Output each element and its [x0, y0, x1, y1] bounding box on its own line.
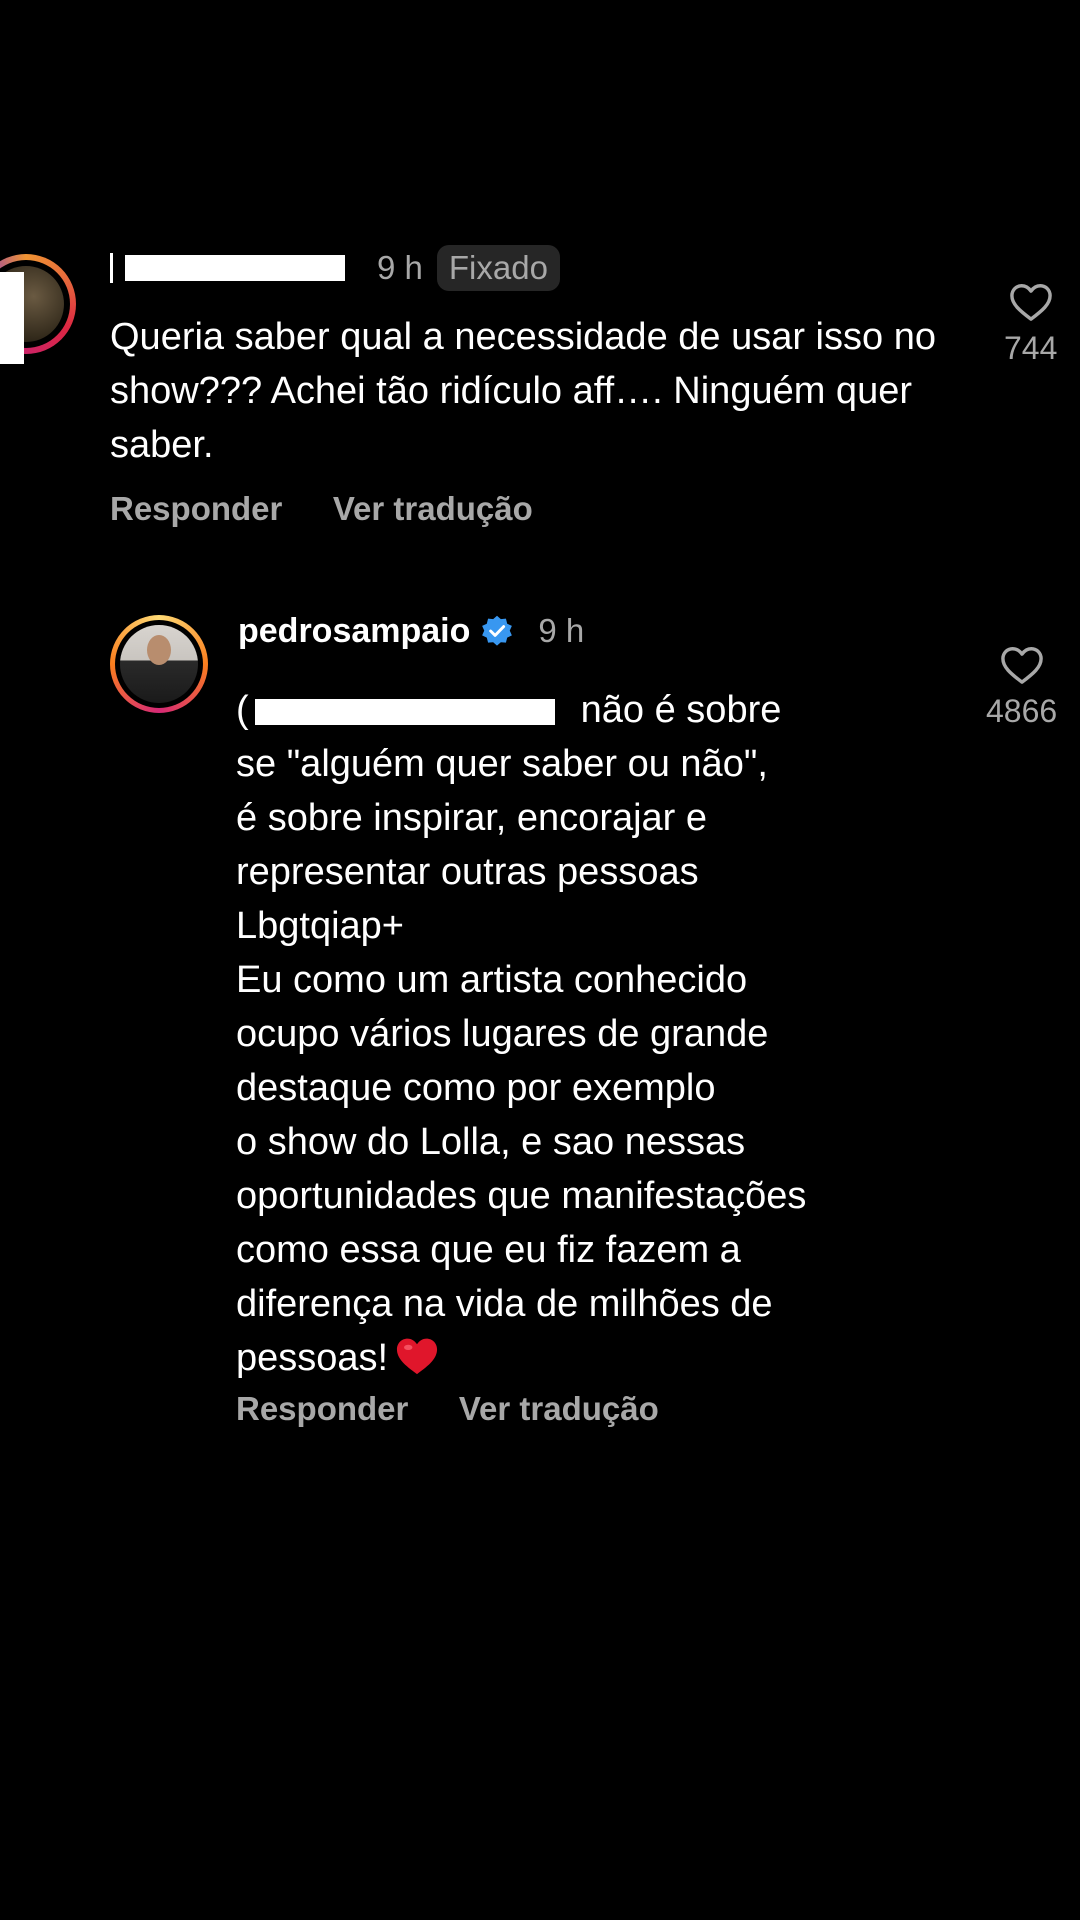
username-fragment	[110, 253, 113, 283]
reply-line: ocupo vários lugares de grande	[236, 1013, 769, 1055]
see-translation-button[interactable]: Ver tradução	[459, 1390, 659, 1427]
comment-text: Queria saber qual a necessidade de usar …	[110, 316, 936, 466]
reply-line: o show do Lolla, e sao nessas	[236, 1121, 746, 1163]
like-control[interactable]: 744	[1004, 280, 1057, 367]
reply-avatar[interactable]	[110, 615, 208, 713]
pinned-comment: 9 h Fixado Queria saber qual a necessida…	[0, 240, 1080, 570]
reply-line: como essa que eu fiz fazem a	[236, 1229, 741, 1271]
like-control[interactable]: 4866	[986, 643, 1057, 730]
reply-button[interactable]: Responder	[236, 1390, 408, 1427]
reply-line: Eu como um artista conhecido	[236, 959, 748, 1001]
reply-comment: pedrosampaio 9 h ( não é sobre se "alguém…	[0, 605, 1080, 1428]
reply-line-last: pessoas!	[236, 1331, 936, 1385]
reply-line-text: pessoas!	[236, 1337, 389, 1379]
reply-line: destaque como por exemplo	[236, 1067, 716, 1109]
see-translation-button[interactable]: Ver tradução	[333, 490, 533, 527]
like-count: 744	[1004, 330, 1058, 366]
comment-header: 9 h Fixado	[110, 240, 560, 296]
commenter-avatar[interactable]	[0, 254, 76, 364]
reply-line: representar outras pessoas	[236, 851, 699, 893]
reply-line: Lbgtqiap+	[236, 905, 404, 947]
username-censor-bar[interactable]	[125, 255, 345, 281]
like-count: 4866	[986, 693, 1058, 729]
reply-actions: Responder Ver tradução	[236, 1390, 705, 1428]
reply-header: pedrosampaio 9 h	[238, 605, 598, 657]
reply-username[interactable]: pedrosampaio	[238, 612, 470, 651]
heart-outline-icon[interactable]	[999, 643, 1045, 685]
mention-censor-bar[interactable]	[254, 698, 555, 725]
reply-button[interactable]: Responder	[110, 490, 282, 527]
pinned-badge: Fixado	[436, 245, 560, 291]
avatar-photo	[120, 625, 198, 703]
reply-time: 9 h	[538, 612, 585, 649]
comment-time: 9 h	[377, 249, 423, 286]
reply-line-1: ( não é sobre	[236, 683, 936, 737]
reply-text: ( não é sobre se "alguém quer saber ou nã…	[236, 683, 936, 1385]
reply-line-text: não é sobre	[580, 689, 782, 731]
heart-outline-icon[interactable]	[1008, 280, 1054, 322]
red-heart-emoji	[397, 1338, 438, 1375]
avatar-face	[147, 635, 171, 665]
avatar-censor-box	[0, 272, 24, 364]
comment-actions: Responder Ver tradução	[110, 490, 579, 528]
reply-line: se "alguém quer saber ou não",	[236, 743, 768, 785]
reply-line: oportunidades que manifestações	[236, 1175, 807, 1217]
verified-badge-icon	[482, 615, 513, 646]
reply-line: diferença na vida de milhões de	[236, 1283, 773, 1325]
mention-paren: (	[236, 689, 249, 731]
reply-line: é sobre inspirar, encorajar e	[236, 797, 708, 839]
